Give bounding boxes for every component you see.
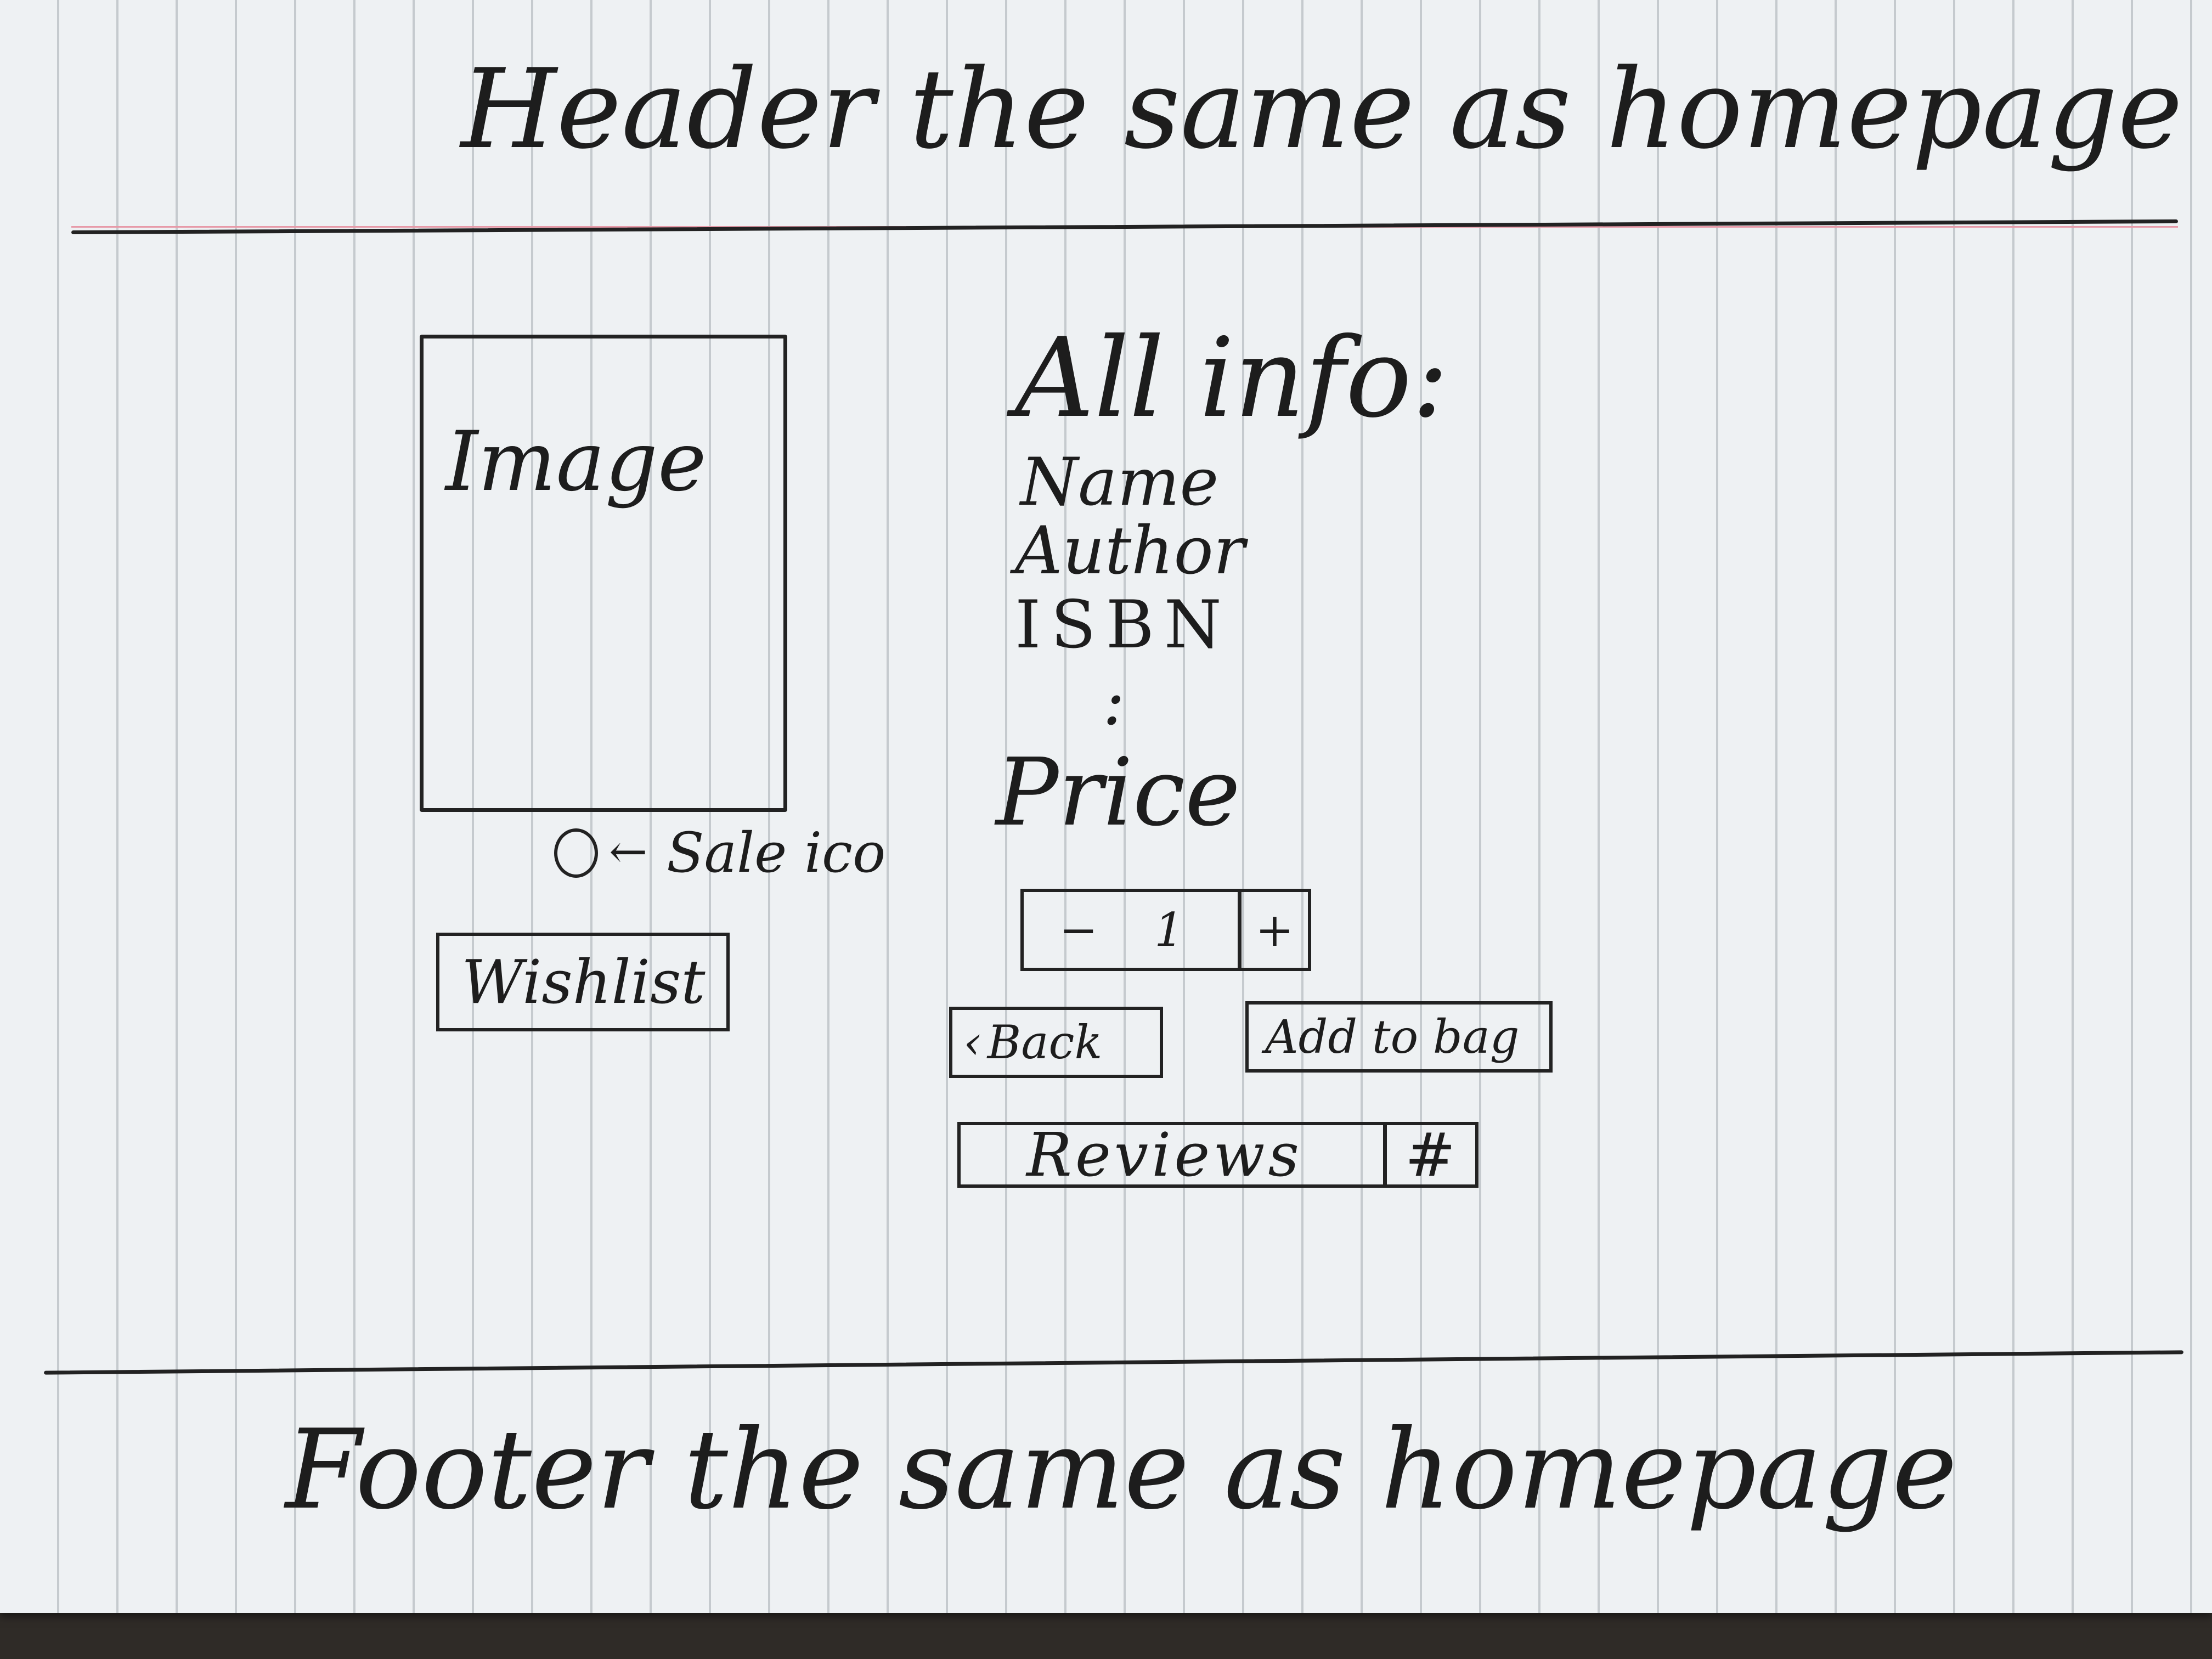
chevron-left-icon: ‹ (963, 1015, 982, 1069)
quantity-plus-button[interactable]: + (1242, 892, 1308, 968)
info-ellipsis: : (1103, 664, 1125, 740)
wishlist-button-label: Wishlist (461, 947, 706, 1017)
arrow-left-icon: ← (609, 825, 648, 878)
info-field-isbn: ISBN (1015, 587, 1232, 663)
quantity-minus-button[interactable]: − (1024, 892, 1133, 968)
sale-icon-label: Sale ico (667, 821, 886, 885)
footer-placeholder: Footer the same as homepage (285, 1406, 1957, 1534)
reviews-count: # (1405, 1120, 1459, 1190)
sketch-page: Header the same as homepage Image ← Sale… (0, 0, 2212, 1613)
add-to-bag-button-label: Add to bag (1265, 1010, 1520, 1064)
price-label: Price (996, 738, 1240, 847)
minus-icon: − (1059, 903, 1098, 957)
back-button[interactable]: ‹ Back (949, 1007, 1163, 1078)
add-to-bag-button[interactable]: Add to bag (1245, 1001, 1553, 1073)
info-field-author: Author (1015, 513, 1245, 589)
header-placeholder: Header the same as homepage (461, 46, 2183, 173)
plus-icon: + (1255, 903, 1294, 957)
reviews-button[interactable]: Reviews # (957, 1120, 1479, 1190)
reviews-divider (1383, 1125, 1387, 1184)
back-button-label: Back (987, 1015, 1103, 1069)
reviews-button-label: Reviews (1026, 1120, 1302, 1190)
product-image: Image (420, 335, 787, 812)
quantity-divider (1238, 892, 1242, 968)
info-title: All info: (1015, 314, 1449, 442)
wishlist-button[interactable]: Wishlist (436, 933, 730, 1031)
product-image-label: Image (445, 414, 707, 510)
quantity-stepper: − 1 + (1020, 889, 1311, 971)
info-field-name: Name (1020, 444, 1219, 521)
quantity-value-text: 1 (1154, 903, 1184, 957)
sale-icon (554, 828, 598, 878)
quantity-value: 1 (1133, 892, 1205, 968)
footer-divider (44, 1350, 2183, 1375)
